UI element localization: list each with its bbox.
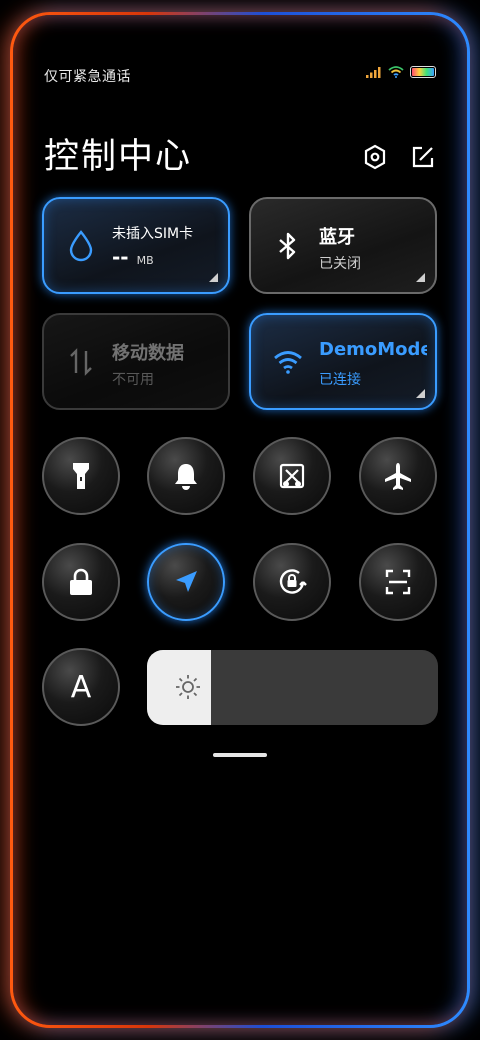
mobile-data-status: 不可用 [112,372,154,388]
bluetooth-tile[interactable]: 蓝牙 已关闭 [249,197,437,294]
mobile-data-icon [66,345,96,379]
rotation-lock-icon [279,569,307,594]
edit-icon [412,146,434,168]
mobile-data-label: 移动数据 [112,343,184,364]
auto-brightness-toggle[interactable]: A [42,648,120,726]
expand-corner-icon [416,273,425,282]
gear-icon [364,144,386,170]
bluetooth-icon [273,229,303,263]
bluetooth-label: 蓝牙 [319,227,355,248]
header-actions [362,144,436,170]
rotation-lock-toggle[interactable] [253,543,331,621]
sun-icon [176,675,200,699]
lock-icon [70,568,92,595]
scanner-toggle[interactable] [359,543,437,621]
data-usage-value: -- [112,245,129,269]
status-icons [366,66,436,78]
carrier-status: 仅可紧急通话 [44,69,131,85]
wifi-tile[interactable]: DemoMode 已连接 [249,313,437,410]
airplane-icon [385,463,411,490]
sim-status-label: 未插入SIM卡 [112,226,194,242]
settings-button[interactable] [362,144,388,170]
expand-corner-icon [209,273,218,282]
wifi-network-name: DemoMode [319,339,427,360]
flashlight-icon [73,463,89,489]
screenshot-icon [279,463,305,489]
wifi-status: 已连接 [319,372,361,388]
auto-brightness-icon: A [70,669,92,705]
bell-icon [175,464,197,490]
water-drop-icon [66,229,96,263]
expand-corner-icon [416,389,425,398]
home-indicator[interactable] [213,753,267,757]
airplane-toggle[interactable] [359,437,437,515]
page-title: 控制中心 [44,137,193,177]
wifi-status-icon [388,66,404,78]
edit-button[interactable] [410,144,436,170]
data-usage-unit: MB [136,254,154,267]
ringer-toggle[interactable] [147,437,225,515]
location-toggle[interactable] [147,543,225,621]
lock-screen-toggle[interactable] [42,543,120,621]
bluetooth-status: 已关闭 [319,256,361,272]
battery-icon [410,66,436,78]
wifi-icon [273,345,303,379]
scan-icon [385,569,411,595]
mobile-data-tile[interactable]: 移动数据 不可用 [42,313,230,410]
signal-icon [366,67,381,78]
flashlight-toggle[interactable] [42,437,120,515]
location-icon [176,571,197,592]
screenshot-toggle[interactable] [253,437,331,515]
data-usage-tile[interactable]: 未插入SIM卡 -- MB [42,197,230,294]
brightness-slider[interactable] [147,650,438,725]
